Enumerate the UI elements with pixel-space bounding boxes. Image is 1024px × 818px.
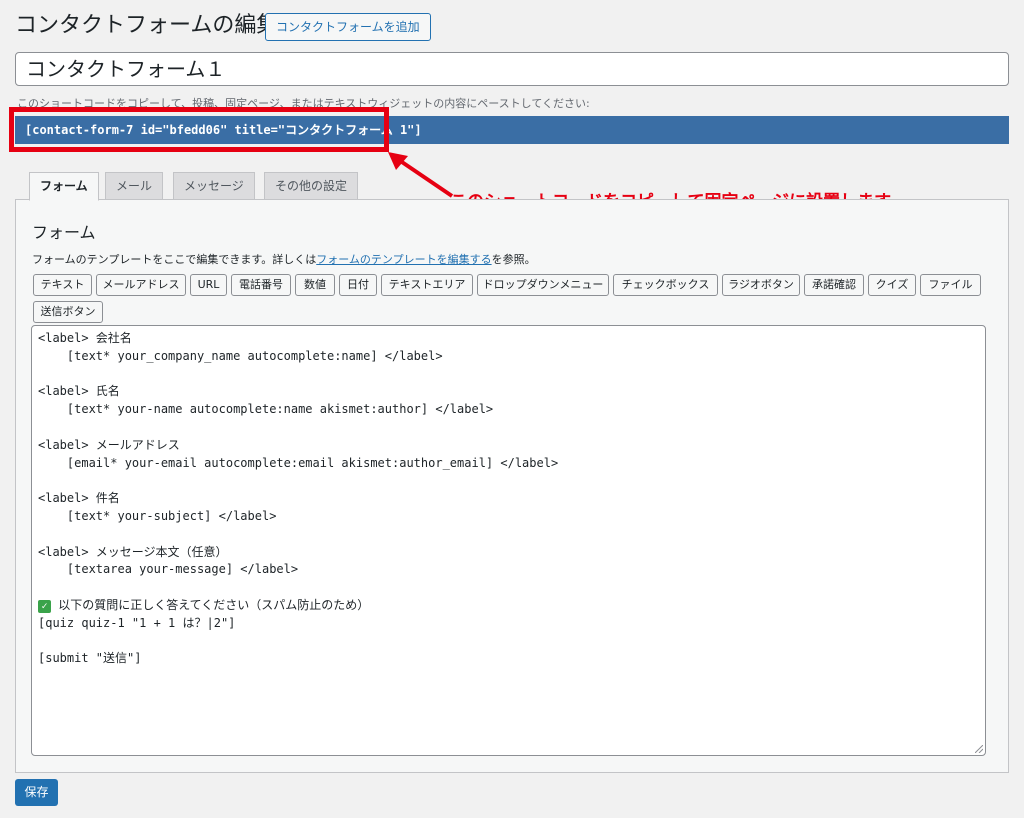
- tag-button-radio[interactable]: ラジオボタン: [722, 274, 800, 296]
- tag-button-textarea[interactable]: テキストエリア: [381, 274, 473, 296]
- add-contact-form-button[interactable]: コンタクトフォームを追加: [265, 13, 431, 41]
- page-title: コンタクトフォームの編集: [15, 13, 279, 38]
- editor-line: [text* your-name autocomplete:name akism…: [38, 402, 494, 417]
- desc-text: フォームのテンプレートをここで編集できます。詳しくは: [32, 253, 317, 266]
- tab-additional-settings[interactable]: その他の設定: [264, 172, 359, 200]
- editor-line: [submit "送信"]: [38, 651, 142, 666]
- tag-button-tel[interactable]: 電話番号: [231, 274, 291, 296]
- tag-button-url[interactable]: URL: [190, 274, 227, 296]
- tag-button-quiz[interactable]: クイズ: [868, 274, 916, 296]
- tab-messages[interactable]: メッセージ: [173, 172, 255, 200]
- tag-button-checkbox[interactable]: チェックボックス: [613, 274, 718, 296]
- checkmark-icon: ✓: [38, 599, 51, 613]
- editor-line: <label> 氏名: [38, 384, 120, 399]
- tag-button-submit[interactable]: 送信ボタン: [33, 301, 103, 323]
- editor-line: <label> メッセージ本文（任意）: [38, 544, 228, 559]
- panel-description: フォームのテンプレートをここで編集できます。詳しくはフォームのテンプレートを編集…: [32, 251, 536, 267]
- desc-suffix: を参照。: [491, 253, 536, 266]
- tag-button-number[interactable]: 数値: [295, 274, 335, 296]
- quiz-label-text: 以下の質問に正しく答えてください（スパム防止のため）: [58, 597, 370, 612]
- editor-line: [quiz quiz-1 "1 + 1 は？|2"]: [38, 615, 236, 630]
- tab-mail[interactable]: メール: [105, 172, 164, 200]
- tag-button-email[interactable]: メールアドレス: [96, 274, 186, 296]
- form-template-editor[interactable]: <label> 会社名 [text* your_company_name aut…: [31, 325, 986, 756]
- tag-button-file[interactable]: ファイル: [920, 274, 981, 296]
- shortcode-highlight-box: [9, 107, 389, 152]
- panel-title: フォーム: [32, 223, 96, 242]
- tag-button-dropdown[interactable]: ドロップダウンメニュー: [477, 274, 609, 296]
- editor-line: [email* your-email autocomplete:email ak…: [38, 455, 559, 470]
- annotation-arrow-icon: [388, 152, 454, 198]
- form-title-input[interactable]: コンタクトフォーム１: [15, 52, 1009, 86]
- tag-button-date[interactable]: 日付: [339, 274, 377, 296]
- template-help-link[interactable]: フォームのテンプレートを編集する: [316, 253, 491, 266]
- resize-handle-icon[interactable]: [975, 745, 983, 753]
- tag-button-acceptance[interactable]: 承諾確認: [804, 274, 864, 296]
- editor-line: [text* your_company_name autocomplete:na…: [38, 348, 443, 363]
- editor-line: <label> 件名: [38, 491, 120, 506]
- tab-form[interactable]: フォーム: [29, 172, 99, 201]
- editor-line: <label> 会社名: [38, 331, 132, 345]
- save-button[interactable]: 保存: [15, 779, 58, 806]
- editor-line: <label> メールアドレス: [38, 437, 180, 452]
- editor-line: [text* your-subject] </label>: [38, 508, 277, 523]
- form-panel: フォーム フォームのテンプレートをここで編集できます。詳しくはフォームのテンプレ…: [15, 199, 1009, 773]
- tag-button-text[interactable]: テキスト: [33, 274, 92, 296]
- editor-line: [textarea your-message] </label>: [38, 562, 299, 577]
- editor-line-quiz-label: ✓ 以下の質問に正しく答えてください（スパム防止のため）: [38, 597, 979, 615]
